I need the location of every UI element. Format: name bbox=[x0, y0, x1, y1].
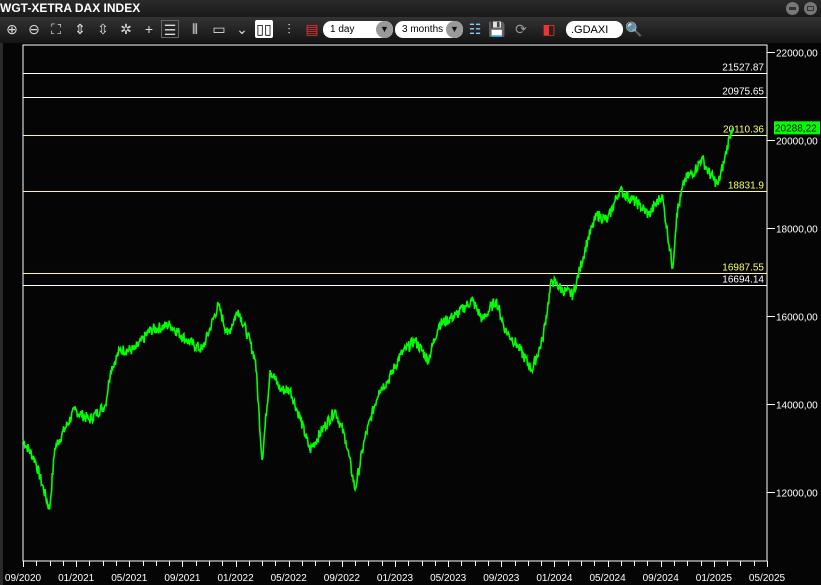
y-tick-label: 18000,00 bbox=[776, 225, 818, 236]
price-line bbox=[22, 127, 734, 510]
y-tick-label: 12000,00 bbox=[776, 489, 818, 500]
x-tick-label: 09/2021 bbox=[164, 573, 201, 584]
price-chart[interactable]: 21527.8720975.6520110.3618831.916987.551… bbox=[0, 0, 821, 585]
level-label: 16694.14 bbox=[722, 275, 764, 286]
plot-frame bbox=[22, 44, 768, 562]
x-tick-label: 01/2024 bbox=[536, 573, 573, 584]
x-tick-label: 01/2025 bbox=[696, 573, 733, 584]
x-tick-label: 09/2023 bbox=[483, 573, 520, 584]
level-label: 20975.65 bbox=[722, 87, 764, 98]
y-tick-label: 16000,00 bbox=[776, 313, 818, 324]
level-label: 21527.87 bbox=[722, 63, 764, 74]
x-tick-label: 05/2023 bbox=[430, 573, 467, 584]
x-tick-label: 05/2025 bbox=[749, 573, 786, 584]
x-tick-label: 01/2021 bbox=[58, 573, 95, 584]
x-tick-label: 09/2024 bbox=[643, 573, 680, 584]
y-tick-label: 22000,00 bbox=[776, 49, 818, 60]
x-tick-label: 05/2022 bbox=[271, 573, 308, 584]
y-tick-label: 20000,00 bbox=[776, 137, 818, 148]
x-tick-label: 09/2022 bbox=[324, 573, 361, 584]
x-tick-label: 09/2020 bbox=[5, 573, 42, 584]
level-label: 16987.55 bbox=[722, 263, 764, 274]
level-label: 20110.36 bbox=[723, 125, 764, 136]
x-tick-label: 01/2022 bbox=[217, 573, 254, 584]
x-tick-label: 01/2023 bbox=[377, 573, 414, 584]
last-price-value: 20288,22 bbox=[775, 123, 817, 134]
x-tick-label: 05/2021 bbox=[111, 573, 148, 584]
level-label: 18831.9 bbox=[728, 181, 765, 192]
x-tick-label: 05/2024 bbox=[589, 573, 626, 584]
y-tick-label: 14000,00 bbox=[776, 401, 818, 412]
